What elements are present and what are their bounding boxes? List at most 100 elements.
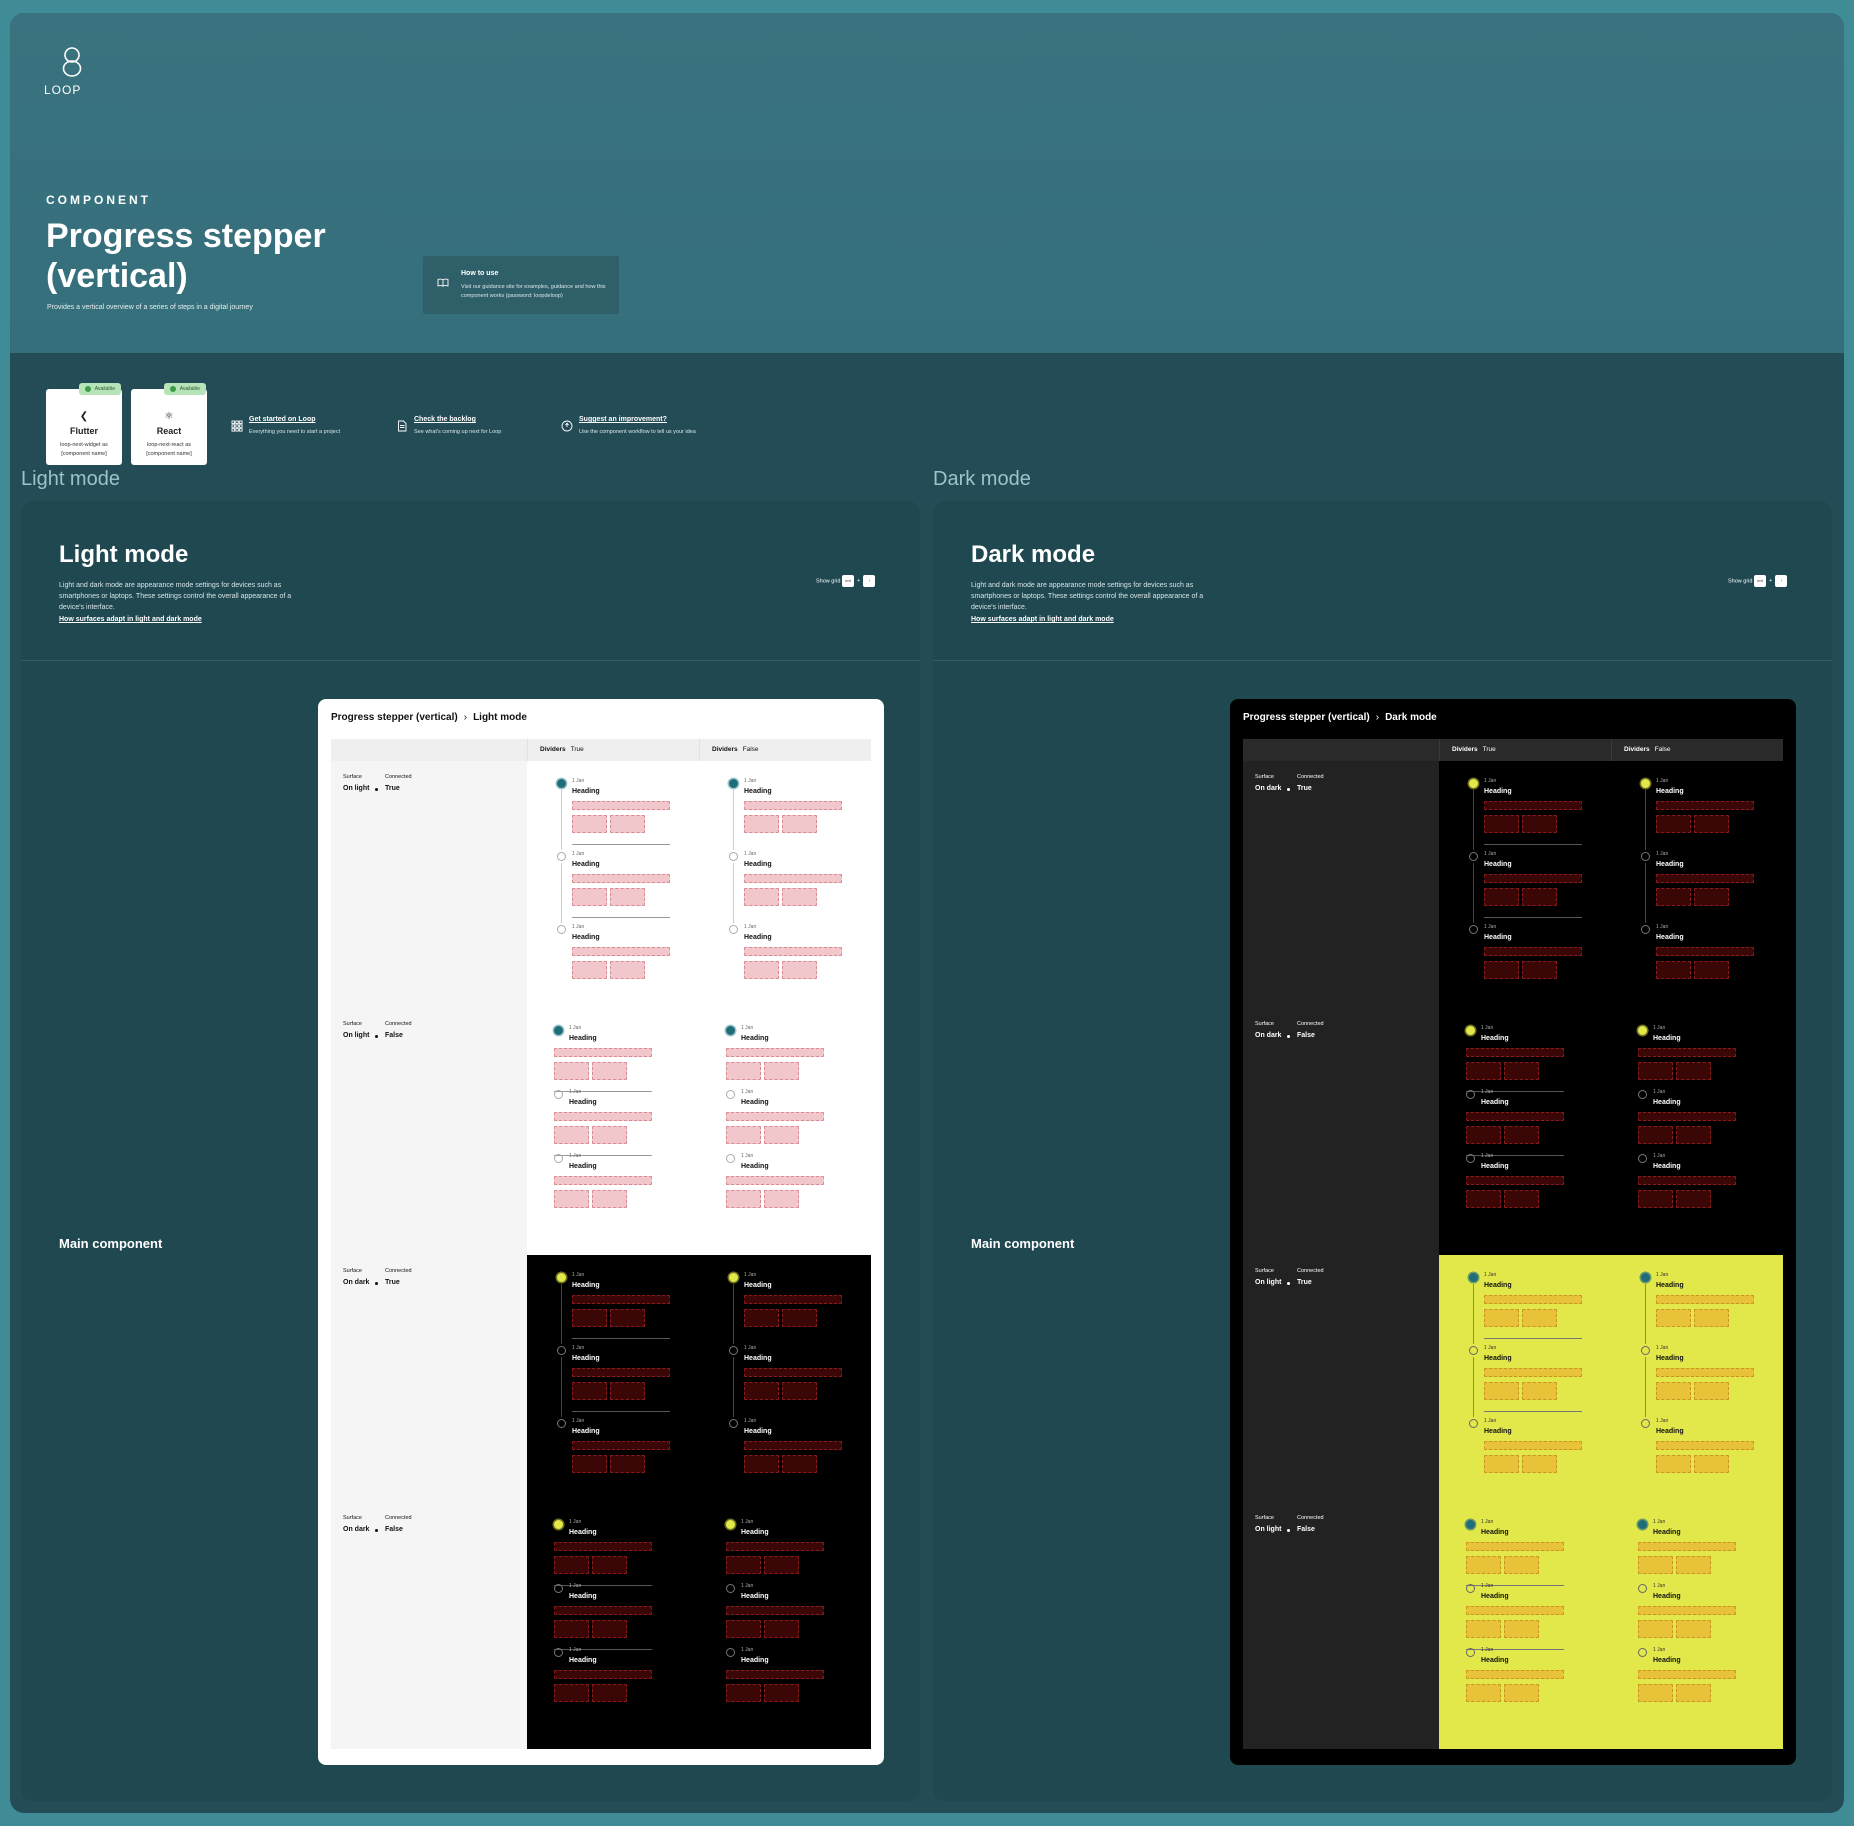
- content-placeholder: [1484, 1309, 1519, 1327]
- surfaces-link[interactable]: How surfaces adapt in light and dark mod…: [59, 616, 202, 623]
- progress-step[interactable]: 1 Jan Heading: [557, 1418, 675, 1492]
- content-placeholder: [782, 888, 817, 906]
- variant-cell: 1 Jan Heading 1 Jan Heading 1 Jan Heading: [1611, 761, 1783, 1008]
- step-divider: [1484, 1338, 1582, 1339]
- progress-step[interactable]: 1 Jan Heading: [1641, 851, 1759, 925]
- progress-step[interactable]: 1 Jan Heading: [1469, 1345, 1587, 1419]
- step-date: 1 Jan: [744, 1345, 757, 1351]
- content-placeholder: [1484, 888, 1519, 906]
- book-icon: [437, 278, 449, 287]
- step-connector: [1645, 1284, 1646, 1344]
- step-indicator: [1638, 1154, 1647, 1163]
- show-grid-control[interactable]: Show grid ent + ↑: [816, 575, 876, 587]
- progress-step[interactable]: 1 Jan Heading: [1469, 1418, 1587, 1492]
- active-step-indicator: [729, 779, 738, 788]
- content-placeholder: [726, 1620, 761, 1638]
- content-placeholder: [572, 888, 607, 906]
- step-heading: Heading: [1484, 861, 1512, 868]
- step-indicator: [1641, 1346, 1650, 1355]
- breadcrumb-root[interactable]: Progress stepper (vertical): [1243, 712, 1370, 723]
- step-date: 1 Jan: [741, 1089, 754, 1095]
- content-placeholder: [1484, 947, 1582, 956]
- react-package-card[interactable]: Available ⚛ React loop-next-react as [co…: [131, 383, 207, 465]
- step-heading: Heading: [744, 861, 772, 868]
- content-placeholder: [1656, 888, 1691, 906]
- active-step-indicator: [557, 779, 566, 788]
- content-placeholder: [1694, 1382, 1729, 1400]
- surfaces-link[interactable]: How surfaces adapt in light and dark mod…: [971, 616, 1114, 623]
- link-desc: See what's coming up next for Loop: [414, 429, 502, 435]
- progress-step[interactable]: 1 Jan Heading: [1469, 1272, 1587, 1346]
- step-date: 1 Jan: [744, 851, 757, 857]
- available-badge: Available: [78, 383, 121, 395]
- progress-step[interactable]: 1 Jan Heading: [726, 1153, 844, 1227]
- progress-step[interactable]: 1 Jan Heading: [1638, 1153, 1756, 1227]
- content-placeholder: [1676, 1190, 1711, 1208]
- progress-step[interactable]: 1 Jan Heading: [554, 1153, 672, 1227]
- connected-prop-label: Connected: [1297, 1021, 1324, 1027]
- content-placeholder: [572, 1455, 607, 1473]
- progress-step[interactable]: 1 Jan Heading: [557, 1272, 675, 1346]
- content-placeholder: [1504, 1684, 1539, 1702]
- progress-step[interactable]: 1 Jan Heading: [1641, 1418, 1759, 1492]
- progress-step[interactable]: 1 Jan Heading: [1469, 924, 1587, 998]
- grid-key-a[interactable]: ent: [1754, 575, 1766, 587]
- progress-step[interactable]: 1 Jan Heading: [726, 1647, 844, 1721]
- progress-step[interactable]: 1 Jan Heading: [729, 1272, 847, 1346]
- progress-step[interactable]: 1 Jan Heading: [1638, 1647, 1756, 1721]
- surface-prop-label: Surface: [1255, 774, 1274, 780]
- separator-dot: [375, 1035, 378, 1038]
- step-heading: Heading: [569, 1035, 597, 1042]
- flutter-package-card[interactable]: Available ❮ Flutter loop-next-widget as …: [46, 383, 122, 465]
- content-placeholder: [744, 1455, 779, 1473]
- step-heading: Heading: [1656, 1282, 1684, 1289]
- main-component-label: Main component: [59, 1236, 163, 1251]
- progress-step[interactable]: 1 Jan Heading: [729, 851, 847, 925]
- progress-step[interactable]: 1 Jan Heading: [557, 851, 675, 925]
- progress-step[interactable]: 1 Jan Heading: [557, 778, 675, 852]
- progress-step[interactable]: 1 Jan Heading: [1641, 778, 1759, 852]
- progress-step[interactable]: 1 Jan Heading: [729, 778, 847, 852]
- progress-step[interactable]: 1 Jan Heading: [1466, 1153, 1584, 1227]
- grid-key-a[interactable]: ent: [842, 575, 854, 587]
- progress-step[interactable]: 1 Jan Heading: [1469, 778, 1587, 852]
- progress-step[interactable]: 1 Jan Heading: [557, 924, 675, 998]
- progress-step[interactable]: 1 Jan Heading: [729, 1418, 847, 1492]
- progress-step[interactable]: 1 Jan Heading: [557, 1345, 675, 1419]
- active-step-indicator: [1469, 1273, 1478, 1282]
- step-indicator: [729, 852, 738, 861]
- progress-step[interactable]: 1 Jan Heading: [729, 1345, 847, 1419]
- content-placeholder: [592, 1126, 627, 1144]
- show-grid-control[interactable]: Show grid ent + ↑: [1728, 575, 1788, 587]
- progress-step[interactable]: 1 Jan Heading: [1641, 1345, 1759, 1419]
- content-placeholder: [764, 1062, 799, 1080]
- progress-step[interactable]: 1 Jan Heading: [1641, 1272, 1759, 1346]
- grid-key-b[interactable]: ↑: [1775, 575, 1788, 587]
- progress-step[interactable]: 1 Jan Heading: [1641, 924, 1759, 998]
- link-title: Check the backlog: [414, 416, 476, 423]
- active-step-indicator: [1641, 779, 1650, 788]
- content-placeholder: [726, 1670, 824, 1679]
- how-to-use-card[interactable]: How to use Visit our guidance site for e…: [423, 256, 619, 314]
- grid-key-b[interactable]: ↑: [863, 575, 876, 587]
- step-date: 1 Jan: [744, 1272, 757, 1278]
- step-date: 1 Jan: [1656, 1418, 1669, 1424]
- connected-value: True: [1297, 785, 1312, 792]
- variant-cell: 1 Jan Heading 1 Jan Heading 1 Jan Heading: [1439, 1255, 1611, 1502]
- content-placeholder: [1656, 1309, 1691, 1327]
- progress-step[interactable]: 1 Jan Heading: [729, 924, 847, 998]
- breadcrumb-root[interactable]: Progress stepper (vertical): [331, 712, 458, 723]
- progress-step[interactable]: 1 Jan Heading: [1466, 1647, 1584, 1721]
- content-placeholder: [1638, 1556, 1673, 1574]
- content-placeholder: [1484, 1441, 1582, 1450]
- progress-step[interactable]: 1 Jan Heading: [1469, 851, 1587, 925]
- content-placeholder: [554, 1190, 589, 1208]
- progress-step[interactable]: 1 Jan Heading: [554, 1647, 672, 1721]
- step-indicator: [1466, 1584, 1475, 1593]
- step-indicator: [557, 925, 566, 934]
- content-placeholder: [1484, 815, 1519, 833]
- content-placeholder: [554, 1670, 652, 1679]
- table-header: Dividers True Dividers False: [1243, 739, 1783, 761]
- step-connector: [561, 1357, 562, 1417]
- flutter-icon: ❮: [79, 411, 89, 422]
